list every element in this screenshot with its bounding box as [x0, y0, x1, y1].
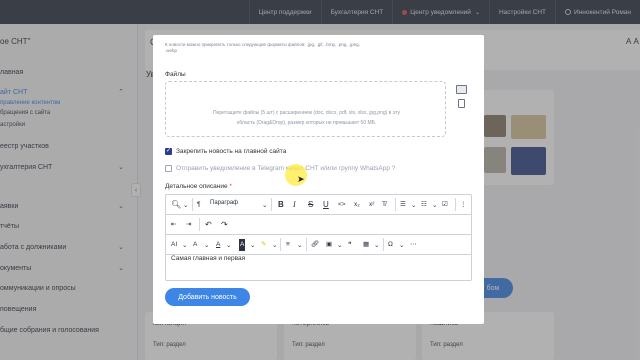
- blockquote-icon[interactable]: ❝: [348, 239, 352, 251]
- divider: [280, 238, 281, 251]
- chevron-down-icon[interactable]: ⌄: [272, 240, 277, 252]
- underline-icon[interactable]: U: [323, 199, 329, 211]
- pin-news-label: Закрепить новость на главной сайта: [176, 148, 287, 155]
- editor-content[interactable]: Самая главная и первая: [171, 255, 245, 262]
- special-characters-icon[interactable]: Ω: [388, 239, 393, 251]
- insert-image-icon[interactable]: ▣: [326, 239, 332, 251]
- superscript-icon[interactable]: x²: [369, 199, 374, 211]
- chevron-down-icon[interactable]: ⌄: [374, 240, 379, 252]
- chevron-down-icon[interactable]: ⌄: [262, 200, 267, 212]
- font-size-icon[interactable]: AI: [171, 239, 177, 251]
- align-icon[interactable]: ≡: [286, 239, 290, 251]
- files-label: Файлы: [165, 71, 186, 78]
- description-label: Детальное описание *: [165, 183, 232, 190]
- divider: [395, 198, 396, 211]
- add-news-modal: К новости можно прикрепить только следую…: [153, 35, 484, 324]
- bold-icon[interactable]: B: [278, 199, 284, 211]
- more-icon[interactable]: ⋯: [410, 239, 417, 251]
- clear-format-icon[interactable]: T̸: [382, 199, 386, 211]
- find-icon[interactable]: 🔍︎: [171, 199, 181, 211]
- redo-icon[interactable]: ↷: [221, 219, 228, 231]
- divider: [192, 198, 193, 211]
- document-icon[interactable]: [458, 99, 465, 108]
- required-mark: *: [229, 183, 232, 190]
- chevron-down-icon[interactable]: ⌄: [226, 240, 231, 252]
- indent-icon[interactable]: ⇥: [186, 219, 191, 231]
- dropzone-hint-line: Перетащите файлы (5 шт) с расширением (d…: [213, 110, 400, 116]
- divider: [271, 198, 272, 211]
- link-icon[interactable]: 🔗︎: [311, 239, 319, 251]
- subscript-icon[interactable]: x₂: [354, 199, 360, 211]
- divider: [455, 198, 456, 211]
- background-color-icon[interactable]: A: [239, 239, 246, 251]
- divider: [306, 238, 307, 251]
- numbered-list-icon[interactable]: ☷: [421, 199, 427, 211]
- more-icon[interactable]: ⋮: [460, 199, 467, 211]
- bulleted-list-icon[interactable]: ☰: [400, 199, 406, 211]
- paragraph-select[interactable]: Параграф: [210, 200, 238, 206]
- add-news-button[interactable]: Добавить новость: [165, 288, 250, 306]
- todo-list-icon[interactable]: ☑: [442, 199, 448, 211]
- image-icon[interactable]: [456, 85, 467, 94]
- divider: [383, 238, 384, 251]
- italic-icon[interactable]: I: [293, 199, 296, 211]
- highlight-icon[interactable]: ✎: [261, 239, 266, 251]
- pin-news-checkbox[interactable]: [165, 147, 172, 155]
- chevron-down-icon[interactable]: ⌄: [183, 200, 188, 212]
- telegram-notify-checkbox[interactable]: [165, 165, 172, 172]
- chevron-down-icon[interactable]: ⌄: [432, 200, 437, 212]
- chevron-down-icon[interactable]: ⌄: [204, 240, 209, 252]
- file-dropzone[interactable]: Перетащите файлы (5 шт) с расширением (d…: [165, 81, 446, 137]
- telegram-notify-text: Отправить уведомление в Telegram канал С…: [176, 165, 390, 172]
- dropzone-hint-line: область (Drag&Drop), размер которых не п…: [236, 120, 377, 126]
- dropzone-hint: Перетащите файлы (5 шт) с расширением (d…: [176, 108, 437, 128]
- chevron-down-icon[interactable]: ⌄: [399, 240, 404, 252]
- undo-icon[interactable]: ↶: [205, 219, 212, 231]
- strikethrough-icon[interactable]: S: [308, 199, 313, 211]
- headings-icon[interactable]: ¶: [197, 199, 201, 211]
- chevron-down-icon[interactable]: ⌄: [411, 200, 416, 212]
- chevron-down-icon[interactable]: ⌄: [297, 240, 302, 252]
- font-color-icon[interactable]: A: [216, 239, 220, 251]
- chevron-down-icon[interactable]: ⌄: [337, 240, 342, 252]
- editor-toolbar-row: ⇤ ⇥ ↶ ↷: [166, 215, 471, 235]
- file-format-note: К новости можно прикрепить только следую…: [165, 42, 360, 53]
- editor-toolbar-row: AI ⌄ A ⌄ A ⌄ A ⌄ ✎ ⌄ ≡ ⌄ 🔗︎ ▣ ⌄ ❝ ▦ ⌄ Ω …: [166, 235, 471, 255]
- editor-toolbar-row: 🔍︎ ⌄ ¶ Параграф ⌄ B I S U <> x₂ x² T̸ ☰ …: [166, 195, 471, 215]
- chevron-down-icon[interactable]: ⌄: [182, 240, 187, 252]
- mouse-cursor-icon: ➤: [297, 174, 305, 184]
- divider: [199, 218, 200, 231]
- rich-text-editor[interactable]: 🔍︎ ⌄ ¶ Параграф ⌄ B I S U <> x₂ x² T̸ ☰ …: [165, 194, 472, 281]
- chevron-down-icon[interactable]: ⌄: [250, 240, 255, 252]
- font-family-icon[interactable]: A: [193, 239, 197, 251]
- code-icon[interactable]: <>: [338, 199, 346, 211]
- outdent-icon[interactable]: ⇤: [171, 219, 176, 231]
- table-icon[interactable]: ▦: [363, 239, 369, 251]
- help-icon[interactable]: ?: [392, 165, 396, 172]
- description-label-text: Детальное описание: [165, 183, 228, 190]
